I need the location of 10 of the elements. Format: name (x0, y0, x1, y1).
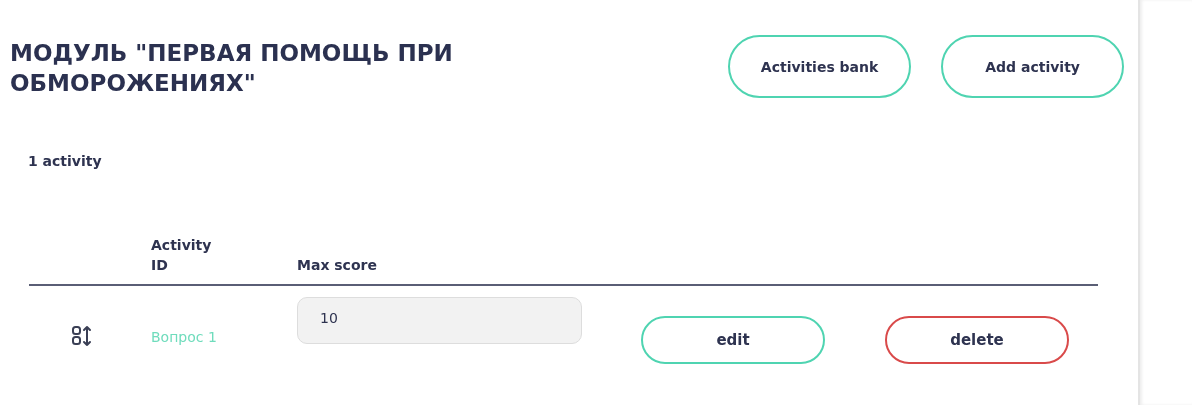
header-button[interactable]: Add activity (941, 35, 1125, 98)
max-score-field[interactable]: 10 (297, 297, 582, 344)
header-button[interactable]: Activities bank (728, 35, 912, 98)
drag-handle-icon[interactable] (71, 325, 93, 347)
edit-button[interactable]: edit (641, 316, 825, 364)
delete-button[interactable]: delete (885, 316, 1069, 364)
column-header: Max score (297, 256, 378, 275)
activity-count: 1 activity (28, 153, 103, 169)
column-header: Activity ID (151, 236, 213, 275)
page-title: МОДУЛЬ "ПЕРВАЯ ПОМОЩЬ ПРИ ОБМОРОЖЕНИЯХ" (10, 39, 454, 98)
